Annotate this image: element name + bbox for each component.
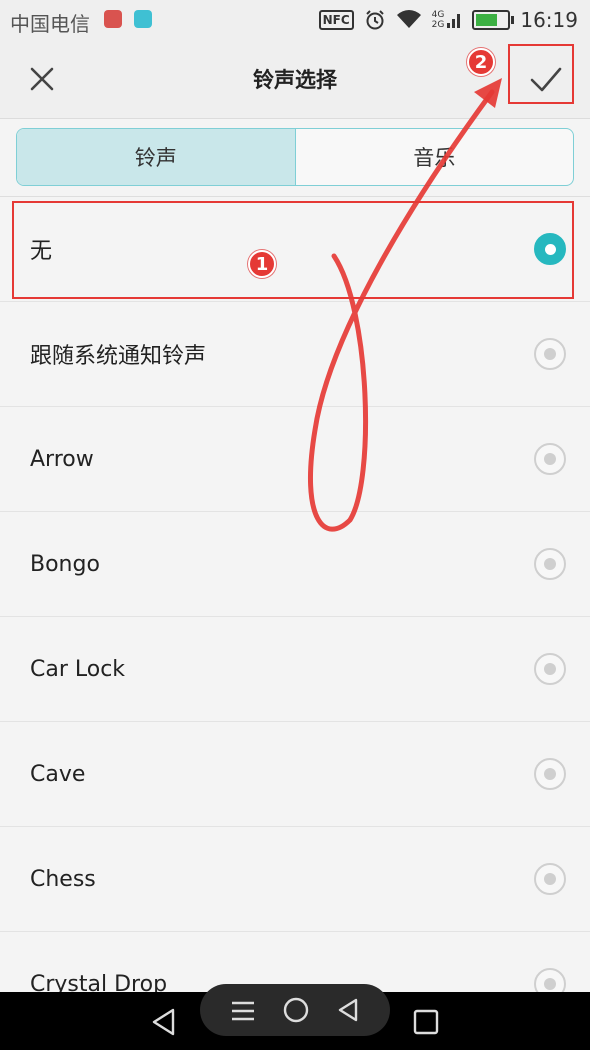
step-badge-1: 1 <box>248 250 276 278</box>
ringtone-label: Bongo <box>30 551 100 577</box>
ringtone-list: 无 跟随系统通知铃声 Arrow Bongo Car Lock Cave Che… <box>0 197 590 1037</box>
radio-icon[interactable] <box>534 443 566 475</box>
nfc-icon: NFC <box>318 10 354 30</box>
checkmark-icon <box>530 67 562 92</box>
ringtone-label: 跟随系统通知铃声 <box>30 344 207 369</box>
app-notification-icon <box>104 10 122 28</box>
wifi-icon <box>396 10 422 30</box>
list-item[interactable]: Cave <box>0 722 590 827</box>
clock: 16:19 <box>520 8 578 32</box>
floating-nav-dock <box>200 984 390 1036</box>
tab-ringtone[interactable]: 铃声 <box>17 129 295 185</box>
title-bar: 铃声选择 <box>0 40 590 119</box>
home-button[interactable] <box>280 994 312 1026</box>
network-type-top: 4G <box>431 10 445 20</box>
tab-music[interactable]: 音乐 <box>294 129 574 185</box>
back-triangle-icon <box>152 1008 175 1036</box>
home-circle-icon <box>283 997 309 1023</box>
dock-back-button[interactable] <box>332 994 364 1026</box>
list-item[interactable]: Chess <box>0 827 590 932</box>
menu-icon <box>232 1001 254 1021</box>
status-bar: 中国电信 NFC 4G 2G 16:19 <box>0 0 590 40</box>
ringtone-label: Car Lock <box>30 656 126 682</box>
network-type-bottom: 2G <box>431 20 445 30</box>
segment-tabs: 铃声 音乐 <box>16 128 574 186</box>
back-triangle-icon <box>338 998 358 1022</box>
step-badge-2: 2 <box>467 48 495 76</box>
ringtone-label: Arrow <box>30 446 94 472</box>
carrier-name: 中国电信 <box>10 12 90 36</box>
recents-button[interactable] <box>408 1004 444 1040</box>
confirm-button[interactable] <box>520 56 570 102</box>
alarm-icon <box>364 9 386 31</box>
radio-icon[interactable] <box>534 758 566 790</box>
radio-icon[interactable] <box>534 548 566 580</box>
radio-icon[interactable] <box>534 653 566 685</box>
annotation-box-none <box>12 201 574 299</box>
ringtone-label: Chess <box>30 866 96 892</box>
page-title: 铃声选择 <box>253 68 337 92</box>
signal-icon: 4G 2G <box>432 10 463 30</box>
radio-icon[interactable] <box>534 863 566 895</box>
back-button[interactable] <box>146 1004 182 1040</box>
list-item[interactable]: 跟随系统通知铃声 <box>0 302 590 407</box>
ringtone-label: Cave <box>30 761 86 787</box>
android-notification-icon <box>134 10 152 28</box>
menu-button[interactable] <box>228 996 258 1026</box>
radio-icon[interactable] <box>534 338 566 370</box>
recents-square-icon <box>413 1009 439 1035</box>
navigation-bar <box>0 984 590 1050</box>
list-item[interactable]: Bongo <box>0 512 590 617</box>
list-item[interactable]: Car Lock <box>0 617 590 722</box>
battery-icon <box>472 10 515 30</box>
list-item[interactable]: Arrow <box>0 407 590 512</box>
